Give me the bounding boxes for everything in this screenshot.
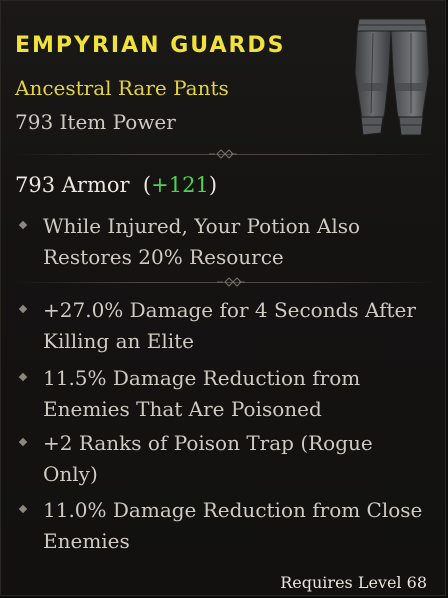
section-divider xyxy=(13,147,437,161)
item-name: Empyrian Guards xyxy=(15,33,286,58)
diamond-bullet-icon xyxy=(15,428,43,456)
armor-paren-open: ( xyxy=(142,173,152,197)
armor-stat: 793 Armor (+121) xyxy=(15,173,217,197)
item-power: 793 Item Power xyxy=(15,110,176,134)
section-divider xyxy=(13,275,437,289)
item-tooltip: Empyrian Guards Ancestral Rare Pants 793… xyxy=(0,0,446,596)
armor-value: 793 Armor xyxy=(15,173,130,197)
affix: 11.5% Damage Reduction from Enemies That… xyxy=(15,363,425,425)
implicit-affix: While Injured, Your Potion Also Restores… xyxy=(15,211,425,273)
affix: 11.0% Damage Reduction from Close Enemie… xyxy=(15,495,425,557)
affix-text: +2 Ranks of Poison Trap (Rogue Only) xyxy=(43,431,373,486)
affix-text: +27.0% Damage for 4 Seconds After Killin… xyxy=(43,298,416,353)
item-rarity-type: Ancestral Rare Pants xyxy=(15,76,229,100)
armor-paren-close: ) xyxy=(208,173,218,197)
diamond-bullet-icon xyxy=(15,495,43,523)
level-requirement: Requires Level 68 xyxy=(280,573,427,592)
diamond-bullet-icon xyxy=(15,211,43,239)
affix: +27.0% Damage for 4 Seconds After Killin… xyxy=(15,295,425,357)
affix-text: 11.0% Damage Reduction from Close Enemie… xyxy=(43,498,423,553)
diamond-bullet-icon xyxy=(15,295,43,323)
affix-text: While Injured, Your Potion Also Restores… xyxy=(43,214,361,269)
affix-text: 11.5% Damage Reduction from Enemies That… xyxy=(43,366,361,421)
affix: +2 Ranks of Poison Trap (Rogue Only) xyxy=(15,428,425,490)
diamond-bullet-icon xyxy=(15,363,43,391)
pants-icon xyxy=(354,18,430,136)
armor-bonus: +121 xyxy=(151,173,209,197)
